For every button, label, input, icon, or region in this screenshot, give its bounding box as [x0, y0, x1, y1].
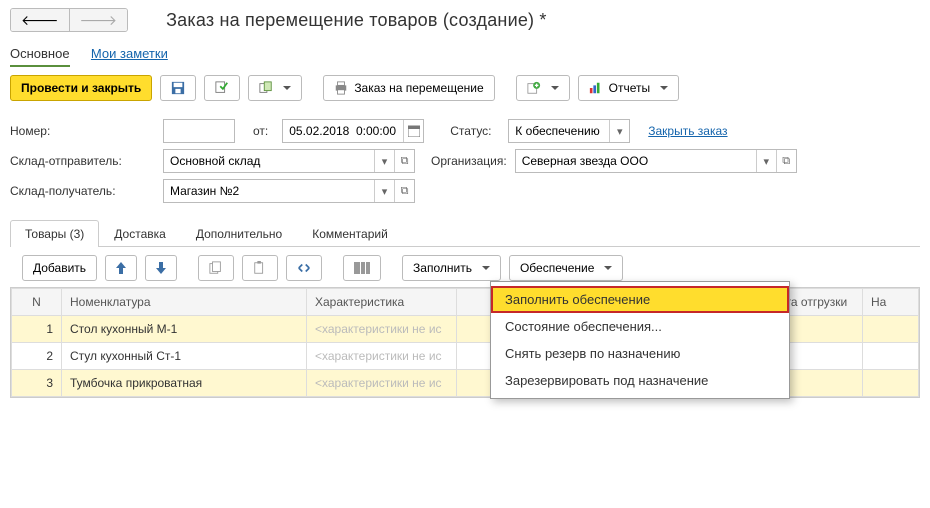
- date-input[interactable]: [283, 120, 403, 142]
- close-order-link[interactable]: Закрыть заказ: [648, 124, 727, 138]
- tab-comment[interactable]: Комментарий: [297, 220, 403, 247]
- split-icon: [297, 261, 311, 275]
- paste-icon: [253, 261, 267, 275]
- post-icon: [215, 81, 229, 95]
- status-label: Статус:: [450, 124, 500, 138]
- supply-reserve-item[interactable]: Зарезервировать под назначение: [491, 367, 789, 394]
- warehouse-to-open-button[interactable]: ⧉: [394, 180, 414, 202]
- org-input[interactable]: [516, 150, 756, 172]
- org-open-button[interactable]: ⧉: [776, 150, 796, 172]
- subtab-notes[interactable]: Мои заметки: [91, 46, 168, 65]
- tab-delivery[interactable]: Доставка: [99, 220, 181, 247]
- move-up-button[interactable]: [105, 255, 137, 281]
- barcode-icon: [354, 262, 370, 274]
- post-button[interactable]: [204, 75, 240, 101]
- warehouse-from-input[interactable]: [164, 150, 374, 172]
- warehouse-to-input[interactable]: [164, 180, 374, 202]
- from-label: от:: [253, 124, 268, 138]
- arrow-down-icon: [156, 262, 166, 274]
- col-n: N: [12, 289, 62, 316]
- number-input[interactable]: [164, 120, 234, 142]
- tab-extra[interactable]: Дополнительно: [181, 220, 297, 247]
- col-na: На: [863, 289, 919, 316]
- save-icon: [171, 81, 185, 95]
- reports-label: Отчеты: [609, 81, 650, 95]
- reports-button[interactable]: Отчеты: [578, 75, 679, 101]
- calendar-button[interactable]: [403, 120, 423, 142]
- page-title: Заказ на перемещение товаров (создание) …: [166, 10, 547, 31]
- warehouse-from-select-button[interactable]: ▾: [374, 150, 394, 172]
- warehouse-to-label: Склад-получатель:: [10, 184, 155, 198]
- add-row-button[interactable]: Добавить: [22, 255, 97, 281]
- calendar-icon: [408, 125, 420, 137]
- barcode-button[interactable]: [343, 255, 381, 281]
- nav-forward-button[interactable]: 🡒: [69, 9, 128, 31]
- paste-row-button[interactable]: [242, 255, 278, 281]
- warehouse-from-label: Склад-отправитель:: [10, 154, 155, 168]
- status-input[interactable]: [509, 120, 609, 142]
- copy-icon: [209, 261, 223, 275]
- reports-icon: [589, 82, 603, 94]
- save-button[interactable]: [160, 75, 196, 101]
- print-order-label: Заказ на перемещение: [354, 81, 483, 95]
- org-label: Организация:: [431, 154, 507, 168]
- create-based-on-button[interactable]: [248, 75, 302, 101]
- supply-button[interactable]: Обеспечение: [509, 255, 623, 281]
- warehouse-to-select-button[interactable]: ▾: [374, 180, 394, 202]
- tab-goods[interactable]: Товары (3): [10, 220, 99, 247]
- print-order-button[interactable]: Заказ на перемещение: [323, 75, 494, 101]
- org-select-button[interactable]: ▾: [756, 150, 776, 172]
- post-and-close-button[interactable]: Провести и закрыть: [10, 75, 152, 101]
- split-row-button[interactable]: [286, 255, 322, 281]
- col-item: Номенклатура: [62, 289, 307, 316]
- move-down-button[interactable]: [145, 255, 177, 281]
- warehouse-from-open-button[interactable]: ⧉: [394, 150, 414, 172]
- attach-button[interactable]: [516, 75, 570, 101]
- supply-fill-item[interactable]: Заполнить обеспечение: [491, 286, 789, 313]
- copy-row-button[interactable]: [198, 255, 234, 281]
- printer-icon: [334, 81, 348, 95]
- fill-button[interactable]: Заполнить: [402, 255, 501, 281]
- subtab-main[interactable]: Основное: [10, 46, 70, 67]
- status-dropdown-button[interactable]: ▾: [609, 120, 629, 142]
- number-label: Номер:: [10, 124, 155, 138]
- supply-release-item[interactable]: Снять резерв по назначению: [491, 340, 789, 367]
- nav-back-button[interactable]: 🡐: [11, 9, 69, 31]
- based-on-icon: [259, 81, 273, 95]
- arrow-up-icon: [116, 262, 126, 274]
- col-char: Характеристика: [307, 289, 457, 316]
- supply-state-item[interactable]: Состояние обеспечения...: [491, 313, 789, 340]
- attach-icon: [527, 81, 541, 95]
